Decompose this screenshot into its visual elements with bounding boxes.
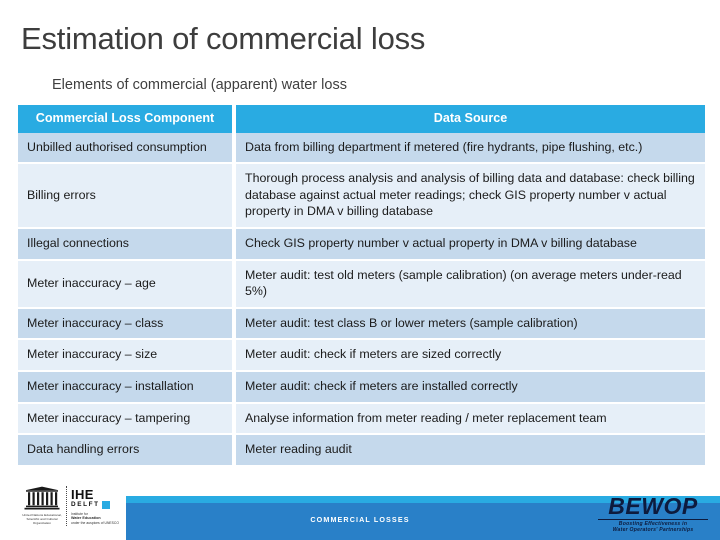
ihe-word: IHE	[71, 487, 94, 502]
table-header-row: Commercial Loss Component Data Source	[18, 105, 705, 133]
ihe-caption-line2: Water Education	[71, 516, 101, 521]
table-row: Meter inaccuracy – class Meter audit: te…	[18, 308, 705, 341]
column-header-data-source: Data Source	[236, 105, 705, 133]
cell-data-source: Meter audit: test old meters (sample cal…	[236, 260, 705, 309]
cell-component: Meter inaccuracy – size	[18, 340, 236, 372]
table-row: Billing errors Thorough process analysis…	[18, 164, 705, 229]
cell-component: Meter inaccuracy – installation	[18, 371, 236, 404]
table-row: Illegal connections Check GIS property n…	[18, 228, 705, 261]
ihe-delft-word: DELFT	[71, 501, 100, 508]
unesco-temple-icon	[24, 486, 60, 510]
cell-data-source: Meter reading audit	[236, 435, 705, 467]
unesco-caption: United Nations Educational, Scientific a…	[22, 513, 62, 526]
ihe-delft-logo: United Nations Educational, Scientific a…	[22, 486, 124, 532]
table-row: Data handling errors Meter reading audit	[18, 435, 705, 467]
cell-data-source: Check GIS property number v actual prope…	[236, 228, 705, 261]
cell-data-source: Data from billing department if metered …	[236, 132, 705, 165]
cell-component: Unbilled authorised consumption	[18, 132, 236, 165]
bewop-tagline-line2: Water Operators' Partnerships	[612, 527, 694, 534]
cell-data-source: Analyse information from meter reading /…	[236, 403, 705, 436]
cell-component: Meter inaccuracy – tampering	[18, 403, 236, 436]
cell-component: Meter inaccuracy – class	[18, 308, 236, 341]
ihe-blue-square-icon	[101, 501, 110, 509]
cell-data-source: Meter audit: check if meters are install…	[236, 371, 705, 404]
table-body: Unbilled authorised consumption Data fro…	[18, 132, 705, 467]
table-row: Meter inaccuracy – age Meter audit: test…	[18, 260, 705, 309]
table-header: Commercial Loss Component Data Source	[18, 105, 705, 133]
page-subtitle: Elements of commercial (apparent) water …	[52, 77, 347, 93]
cell-component: Illegal connections	[18, 228, 236, 261]
ihe-wordmark: IHE DELFT Institute for Water Education …	[71, 486, 119, 525]
bewop-wordmark: BEWOP	[608, 493, 698, 519]
cell-data-source: Meter audit: check if meters are sized c…	[236, 340, 705, 372]
cell-component: Meter inaccuracy – age	[18, 260, 236, 309]
table-row: Meter inaccuracy – installation Meter au…	[18, 371, 705, 404]
logo-divider	[66, 486, 67, 526]
page-title: Estimation of commercial loss	[21, 21, 426, 56]
commercial-loss-table: Commercial Loss Component Data Source Un…	[18, 105, 705, 467]
bewop-rule	[598, 519, 708, 520]
cell-component: Billing errors	[18, 164, 236, 229]
cell-component: Data handling errors	[18, 435, 236, 467]
cell-data-source: Meter audit: test class B or lower meter…	[236, 308, 705, 341]
ihe-caption-line3: under the auspices of UNESCO	[71, 520, 119, 525]
ihe-delft-row: DELFT	[71, 501, 119, 509]
cell-data-source: Thorough process analysis and analysis o…	[236, 164, 705, 229]
table-row: Meter inaccuracy – tampering Analyse inf…	[18, 403, 705, 436]
table-row: Meter inaccuracy – size Meter audit: che…	[18, 340, 705, 372]
unesco-logo: United Nations Educational, Scientific a…	[22, 486, 62, 525]
slide-canvas: Estimation of commercial loss Elements o…	[0, 0, 720, 540]
ihe-caption: Institute for Water Education under the …	[71, 512, 119, 525]
table-row: Unbilled authorised consumption Data fro…	[18, 132, 705, 165]
column-header-component: Commercial Loss Component	[18, 105, 236, 133]
bewop-logo: BEWOP Boosting Effectiveness in Water Op…	[594, 494, 712, 534]
